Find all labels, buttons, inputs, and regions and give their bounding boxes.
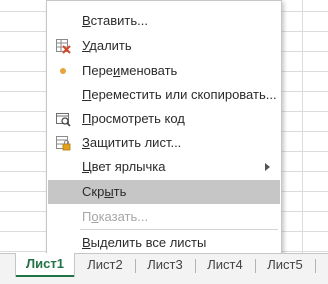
sheet-tab-5[interactable]: Лист5 [256,254,314,276]
menu-item-insert-label: Вставить... [82,13,148,28]
bullet-icon [55,63,71,79]
menu-item-hide-label: Скрыть [82,184,127,199]
menu-item-tab-color[interactable]: Цвет ярлычка [48,155,280,179]
menu-item-tab-color-label: Цвет ярлычка [82,159,166,174]
menu-item-view-code-label: Просмотреть код [82,111,185,126]
menu-item-rename-label: Переименовать [82,63,178,78]
view-code-icon [55,111,71,127]
menu-item-move-copy[interactable]: Переместить или скопировать... [48,83,280,107]
menu-item-move-copy-label: Переместить или скопировать... [82,87,277,102]
menu-separator [80,229,278,230]
sheet-tab-4[interactable]: Лист4 [196,254,254,276]
sheet-tab-2[interactable]: Лист2 [76,254,134,276]
menu-item-view-code[interactable]: Просмотреть код [48,107,280,131]
delete-sheet-icon [55,38,71,54]
menu-item-delete-label: Удалить [82,38,132,53]
submenu-arrow-icon [265,163,270,171]
menu-item-hide[interactable]: Скрыть [48,180,280,204]
menu-item-unhide: Показать... [48,205,280,229]
menu-item-insert[interactable]: Вставить... [48,9,280,33]
menu-item-protect-sheet-label: Защитить лист... [82,135,182,150]
menu-item-protect-sheet[interactable]: Защитить лист... [48,131,280,155]
sheet-tab-context-menu: Вставить... Удалить Переименовать Переме… [46,0,282,258]
protect-sheet-icon [55,135,71,151]
sheet-tab-bar: Лист1 Лист2 Лист3 Лист4 Лист5 [0,253,328,284]
sheet-tab-3[interactable]: Лист3 [136,254,194,276]
menu-item-unhide-label: Показать... [82,209,149,224]
menu-item-rename[interactable]: Переименовать [48,59,280,83]
menu-item-select-all-sheets-label: Выделить все листы [82,235,207,250]
menu-item-delete[interactable]: Удалить [48,34,280,58]
tab-divider [315,259,316,273]
sheet-tab-1[interactable]: Лист1 [16,253,74,277]
menu-item-select-all-sheets[interactable]: Выделить все листы [48,231,280,255]
